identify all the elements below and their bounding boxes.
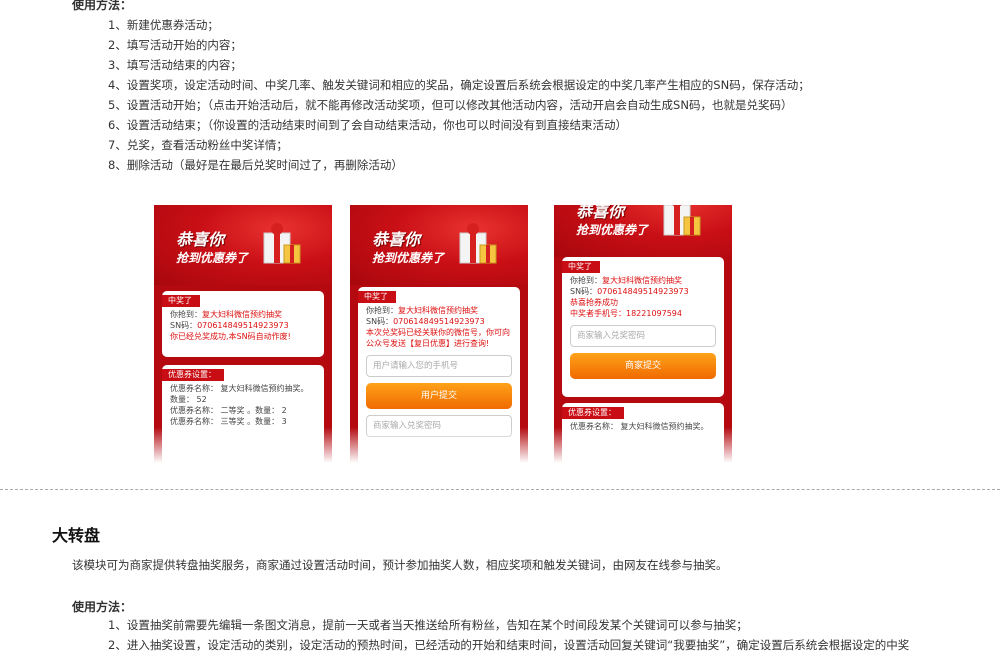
won-line: 你抢到：复大妇科微信预约抽奖 (570, 275, 716, 286)
sn-value: 070614849514923973 (597, 287, 689, 296)
coupon-line-2: 优惠券名称： 二等奖 。数量： 2 (170, 406, 287, 415)
sn-line: SN码：070614849514923973 (366, 316, 512, 327)
phone-screenshots: 恭喜你 抢到优惠券了 中奖了 你抢到：复大妇科微信预约抽奖 SN码：070614… (0, 205, 1000, 465)
step-item: 6、设置活动结束；（你设置的活动结束时间到了会自动结束活动，你也可以时间没有到直… (108, 118, 628, 132)
step-item: 2、填写活动开始的内容； (108, 38, 242, 52)
usage-heading: 使用方法： (72, 0, 133, 12)
sn-line: SN码：070614849514923973 (570, 286, 716, 297)
coupon-name: 优惠券名称： 复大妇科微信预约抽奖。 (170, 384, 309, 393)
winner-phone-line: 中奖者手机号：18221097594 (570, 308, 716, 319)
redeem-note: 你已经兑奖成功,本SN码自动作废! (170, 332, 291, 341)
fade-overlay (350, 427, 528, 463)
sn-value: 070614849514923973 (197, 321, 289, 330)
coupon-line-3: 优惠券名称： 三等奖 。数量： 3 (170, 417, 287, 426)
win-card: 中奖了 你抢到：复大妇科微信预约抽奖 SN码：07061484951492397… (562, 257, 724, 397)
won-value: 复大妇科微信预约抽奖 (602, 276, 682, 285)
won-label: 你抢到： (570, 276, 602, 285)
gift-box-icon (663, 205, 701, 236)
banner-subtitle: 抢到优惠券了 (176, 251, 249, 265)
usage-heading: 使用方法： (72, 600, 133, 614)
congrats-banner: 恭喜你 抢到优惠券了 (554, 205, 732, 257)
phone-number-input[interactable]: 用户请输入您的手机号 (366, 355, 512, 377)
step-item: 2、进入抽奖设置，设定活动的类别，设定活动的预热时间，已经活动的开始和结束时间，… (108, 638, 910, 652)
sn-label: SN码： (170, 321, 198, 330)
winner-phone-value: 18221097594 (626, 309, 682, 318)
steps-list: 1、设置抽奖前需要先编辑一条图文消息，提前一天或者当天推送给所有粉丝，告知在某个… (108, 615, 909, 655)
won-line: 你抢到：复大妇科微信预约抽奖 (366, 305, 512, 316)
won-value: 复大妇科微信预约抽奖 (202, 310, 282, 319)
banner-title: 恭喜你 (176, 230, 225, 249)
merchant-password-input[interactable]: 商家输入兑奖密码 (570, 325, 716, 347)
phone-screenshot-3: 恭喜你 抢到优惠券了 中奖了 你抢到：复大妇科微信预约抽奖 SN码：070614… (554, 205, 732, 463)
step-item: 1、设置抽奖前需要先编辑一条图文消息，提前一天或者当天推送给所有粉丝，告知在某个… (108, 618, 748, 632)
congrats-banner: 恭喜你 抢到优惠券了 (350, 205, 528, 285)
won-value: 复大妇科微信预约抽奖 (398, 306, 478, 315)
won-line: 你抢到：复大妇科微信预约抽奖 (170, 309, 316, 320)
banner-subtitle: 抢到优惠券了 (372, 251, 445, 265)
redeem-note: 本次兑奖码已经关联你的微信号，你可向公众号发送【复日优惠】进行查询! (366, 328, 510, 348)
banner-title: 恭喜你 (576, 205, 625, 221)
coupon-tag: 优惠券设置： (562, 407, 624, 419)
step-item: 4、设置奖项，设定活动时间、中奖几率、触发关键词和相应的奖品，确定设置后系统会根… (108, 78, 810, 92)
step-item: 5、设置活动开始；（点击开始活动后，就不能再修改活动奖项，但可以修改其他活动内容… (108, 98, 793, 112)
coupon-count: 数量： 52 (170, 395, 207, 404)
won-label: 你抢到： (170, 310, 202, 319)
congrats-banner: 恭喜你 抢到优惠券了 (154, 205, 332, 285)
section-divider (0, 489, 1000, 490)
phone-screenshot-2: 恭喜你 抢到优惠券了 中奖了 你抢到：复大妇科微信预约抽奖 SN码：070614… (350, 205, 528, 463)
gift-box-icon (459, 223, 497, 264)
sn-line: SN码：070614849514923973 (170, 320, 316, 331)
phone-screenshot-1: 恭喜你 抢到优惠券了 中奖了 你抢到：复大妇科微信预约抽奖 SN码：070614… (154, 205, 332, 463)
win-card: 中奖了 你抢到：复大妇科微信预约抽奖 SN码：07061484951492397… (162, 291, 324, 357)
win-tag: 中奖了 (358, 291, 396, 303)
win-tag: 中奖了 (162, 295, 200, 307)
step-item: 1、新建优惠券活动； (108, 18, 219, 32)
user-submit-button[interactable]: 用户提交 (366, 383, 512, 409)
win-tag: 中奖了 (562, 261, 600, 273)
success-text: 恭喜抢券成功 (570, 298, 618, 307)
section-intro: 该模块可为商家提供转盘抽奖服务，商家通过设置活动时间，预计参加抽奖人数，相应奖项… (72, 558, 728, 572)
merchant-submit-button[interactable]: 商家提交 (570, 353, 716, 379)
step-item: 3、填写活动结束的内容； (108, 58, 242, 72)
won-label: 你抢到： (366, 306, 398, 315)
sn-label: SN码： (366, 317, 394, 326)
step-item: 8、删除活动（最好是在最后兑奖时间过了，再删除活动） (108, 158, 403, 172)
coupon-tag: 优惠券设置： (162, 369, 224, 381)
gift-box-icon (263, 223, 301, 264)
banner-subtitle: 抢到优惠券了 (576, 223, 649, 237)
steps-list: 1、新建优惠券活动； 2、填写活动开始的内容； 3、填写活动结束的内容； 4、设… (108, 15, 810, 175)
section-title: 大转盘 (52, 526, 101, 545)
fade-overlay (554, 427, 732, 463)
sn-value: 070614849514923973 (393, 317, 485, 326)
fade-overlay (154, 427, 332, 463)
step-item: 7、兑奖，查看活动粉丝中奖详情； (108, 138, 288, 152)
winner-phone-label: 中奖者手机号： (570, 309, 626, 318)
banner-title: 恭喜你 (372, 230, 421, 249)
sn-label: SN码： (570, 287, 598, 296)
